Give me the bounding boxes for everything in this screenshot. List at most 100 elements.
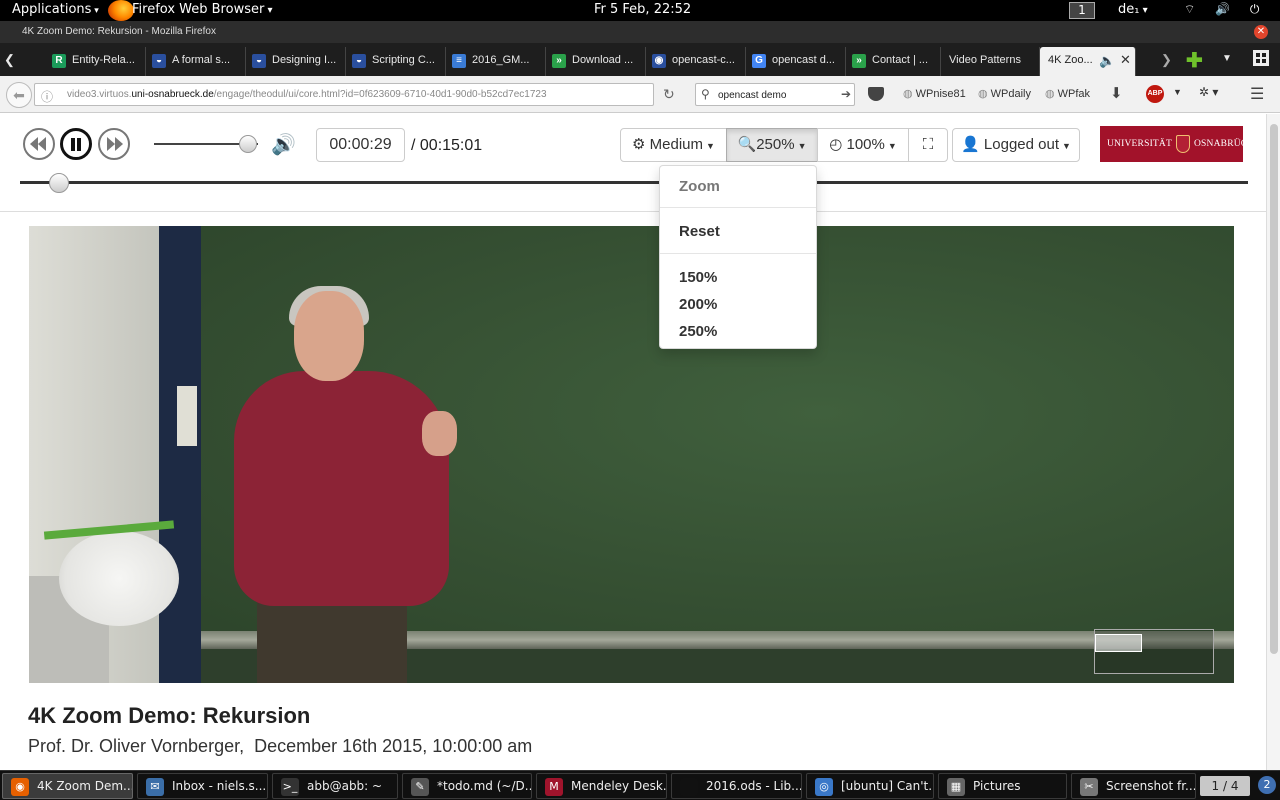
- page-scrollbar[interactable]: [1266, 114, 1280, 770]
- zoom-option-250[interactable]: 250%: [679, 323, 717, 340]
- workspace-indicator[interactable]: 1: [1069, 2, 1095, 19]
- tab-list-icon[interactable]: ▼: [1222, 53, 1232, 64]
- taskbar-item[interactable]: 2016.ods - Lib...: [671, 773, 802, 799]
- gnome-top-bar: Applications Firefox Web Browser Fr 5 Fe…: [0, 0, 1280, 21]
- taskbar-item-label: Screenshot fr...: [1106, 779, 1196, 793]
- window-title: 4K Zoom Demo: Rekursion - Mozilla Firefo…: [22, 26, 216, 37]
- taskbar-item[interactable]: ◉ 4K Zoom Dem...: [2, 773, 133, 799]
- zoom-option-200[interactable]: 200%: [679, 296, 717, 313]
- caret-down-icon: ▼: [706, 141, 715, 151]
- crest-icon: [1176, 134, 1190, 153]
- speed-label: 100%: [846, 136, 885, 153]
- zoom-dropdown-button[interactable]: 🔍250% ▼: [726, 128, 818, 162]
- keyboard-layout[interactable]: de₁: [1118, 2, 1148, 17]
- taskbar-item[interactable]: ◎ [ubuntu] Can't...: [806, 773, 934, 799]
- taskbar-app-icon: M: [545, 778, 563, 796]
- quality-dropdown-button[interactable]: ⚙ Medium ▼: [620, 128, 727, 162]
- bookmark-wpdaily[interactable]: WPdaily: [978, 87, 1031, 100]
- workspace-pager[interactable]: 1 / 4: [1200, 776, 1250, 796]
- tab-close-icon[interactable]: ✕: [1120, 52, 1131, 68]
- search-go-icon[interactable]: ➔: [841, 87, 851, 101]
- download-icon[interactable]: ⬇: [1110, 84, 1123, 102]
- url-bar[interactable]: ⓘ video3.virtuos.uni-osnabrueck.de/engag…: [34, 83, 675, 106]
- tab-scroll-left-icon[interactable]: ❮: [4, 52, 15, 68]
- pause-button[interactable]: [60, 128, 92, 160]
- login-dropdown-button[interactable]: 👤 Logged out ▼: [952, 128, 1080, 162]
- url-text[interactable]: video3.virtuos.uni-osnabrueck.de/engage/…: [67, 89, 547, 100]
- current-time-field[interactable]: [316, 128, 405, 162]
- zoom-minimap[interactable]: [1094, 629, 1214, 674]
- scrollbar-thumb[interactable]: [1270, 124, 1278, 654]
- bookmark-wpnise81[interactable]: WPnise81: [903, 87, 966, 100]
- fullscreen-icon: ⛶: [922, 136, 934, 153]
- tab-scroll-right-icon[interactable]: ❯: [1161, 52, 1172, 68]
- speed-dropdown-button[interactable]: ◴ 100% ▼: [817, 128, 909, 162]
- app-menu[interactable]: Firefox Web Browser: [132, 2, 273, 17]
- taskbar-item-label: abb@abb: ~: [307, 779, 383, 793]
- volume-icon[interactable]: 🔊: [271, 132, 296, 157]
- browser-tab[interactable]: R Entity-Rela...: [46, 47, 146, 76]
- seek-bar-handle[interactable]: [49, 173, 70, 193]
- search-bar[interactable]: ⚲ ➔: [695, 83, 855, 106]
- taskbar-item[interactable]: >_ abb@abb: ~: [272, 773, 398, 799]
- caret-down-icon: ▼: [797, 141, 807, 151]
- bookmark-wpfak[interactable]: WPfak: [1045, 87, 1090, 100]
- divider: [0, 211, 1266, 212]
- pocket-icon[interactable]: [868, 87, 884, 101]
- clock[interactable]: Fr 5 Feb, 22:52: [594, 2, 691, 17]
- zoom-option-150[interactable]: 150%: [679, 269, 717, 286]
- video-scene: [177, 386, 197, 446]
- rewind-button[interactable]: [23, 128, 55, 160]
- browser-tab[interactable]: Gopencast d...: [746, 47, 846, 76]
- adblock-dropdown-icon[interactable]: ▼: [1173, 87, 1182, 97]
- adblock-icon[interactable]: ABP: [1146, 85, 1164, 103]
- tab-label: Designing I...: [272, 54, 337, 66]
- video-meta: Prof. Dr. Oliver Vornberger, December 16…: [28, 736, 532, 757]
- tab-favicon-icon: ◉: [652, 54, 666, 68]
- navigation-bar: ⬅ ⓘ video3.virtuos.uni-osnabrueck.de/eng…: [0, 76, 1280, 113]
- taskbar-item[interactable]: ✂ Screenshot fr...: [1071, 773, 1196, 799]
- system-menu-icons[interactable]: ⌔ 🔊 ⏻: [1184, 2, 1267, 17]
- taskbar: ◉ 4K Zoom Dem... ✉ Inbox - niels.s... >_ abb@…: [0, 770, 1280, 800]
- new-tab-icon[interactable]: ✚: [1186, 48, 1203, 73]
- browser-tab[interactable]: ◒ Scripting C...: [346, 47, 446, 76]
- reload-icon[interactable]: ↻: [663, 86, 675, 103]
- taskbar-item[interactable]: ✉ Inbox - niels.s...: [137, 773, 268, 799]
- tab-audio-icon[interactable]: 🔈: [1099, 53, 1115, 69]
- back-button[interactable]: ⬅: [6, 82, 32, 108]
- browser-tab[interactable]: ◒ A formal s...: [146, 47, 246, 76]
- tab-label: Entity-Rela...: [72, 54, 135, 66]
- applications-menu[interactable]: Applications: [12, 2, 99, 17]
- university-logo[interactable]: UNIVERSITÄT OSNABRÜCK: [1100, 126, 1254, 162]
- taskbar-item-label: 2016.ods - Lib...: [706, 779, 802, 793]
- zoom-reset-item[interactable]: Reset: [679, 223, 720, 240]
- tab-groups-icon[interactable]: [1253, 50, 1269, 66]
- taskbar-item[interactable]: ▦ Pictures: [938, 773, 1067, 799]
- browser-tab[interactable]: ≡ 2016_GM...: [446, 47, 546, 76]
- seek-bar[interactable]: [20, 181, 1248, 184]
- window-close-button[interactable]: ✕: [1254, 25, 1268, 39]
- volume-slider-handle[interactable]: [238, 135, 257, 153]
- extension-icon[interactable]: ✲ ▾: [1199, 85, 1218, 99]
- taskbar-app-icon: ✉: [146, 778, 164, 796]
- taskbar-item[interactable]: ✎ *todo.md (~/D...: [402, 773, 532, 799]
- browser-tab[interactable]: » Contact | ...: [846, 47, 941, 76]
- search-input[interactable]: [718, 87, 838, 103]
- taskbar-item[interactable]: M Mendeley Desk...: [536, 773, 667, 799]
- forward-button[interactable]: [98, 128, 130, 160]
- site-info-icon[interactable]: ⓘ: [41, 88, 53, 105]
- browser-tab[interactable]: ◉ opencast-c...: [646, 47, 746, 76]
- browser-tab[interactable]: » Download ...: [546, 47, 646, 76]
- tab-favicon-icon: R: [52, 54, 66, 68]
- video-player[interactable]: [29, 226, 1234, 683]
- zoom-dropdown-menu: Zoom Reset 150% 200% 250%: [659, 165, 817, 349]
- browser-tab[interactable]: ◒ Designing I...: [246, 47, 346, 76]
- notification-badge[interactable]: 2: [1258, 776, 1276, 794]
- hamburger-menu-icon[interactable]: ☰: [1250, 84, 1264, 104]
- taskbar-app-icon: ◎: [815, 778, 833, 796]
- zoom-viewport-indicator[interactable]: [1095, 634, 1142, 652]
- browser-tab[interactable]: Video Patterns: [941, 47, 1040, 76]
- fullscreen-button[interactable]: ⛶: [908, 128, 948, 162]
- caret-down-icon: ▼: [887, 141, 897, 151]
- tab-favicon-icon: ≡: [452, 54, 466, 68]
